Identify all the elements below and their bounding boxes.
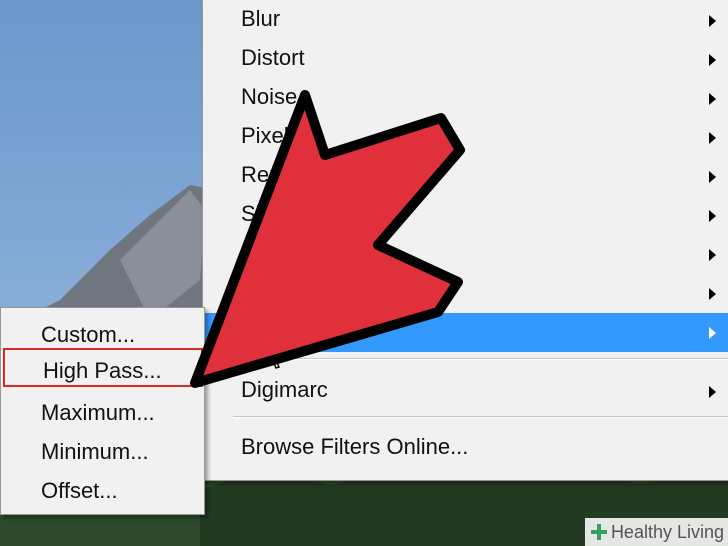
menu-item-browse-filters-online[interactable]: Browse Filters Online...	[203, 429, 728, 468]
submenu-item-maximum[interactable]: Maximum...	[1, 390, 204, 429]
submenu-arrow-icon	[709, 210, 716, 222]
submenu-arrow-icon	[709, 171, 716, 183]
menu-item-sharpen[interactable]: Sharpen	[203, 196, 728, 235]
submenu-arrow-icon	[709, 15, 716, 27]
menu-item-noise[interactable]: Noise	[203, 79, 728, 118]
menu-separator	[233, 358, 728, 360]
menu-item-distort[interactable]: Distort	[203, 40, 728, 79]
menu-separator	[233, 416, 728, 418]
submenu-item-label: Offset...	[41, 478, 118, 503]
submenu-item-label: Minimum...	[41, 439, 149, 464]
submenu-item-high-pass[interactable]: High Pass...	[3, 348, 203, 387]
menu-item-label: Render	[241, 162, 314, 187]
submenu-item-custom[interactable]: Custom...	[1, 312, 204, 351]
submenu-arrow-icon	[709, 249, 716, 261]
menu-item-label: Digimarc	[241, 377, 328, 402]
menu-item-pixelate[interactable]: Pixelate	[203, 118, 728, 157]
plus-icon	[590, 524, 607, 540]
menu-item-render[interactable]: Render	[203, 157, 728, 196]
submenu-item-offset[interactable]: Offset...	[1, 468, 204, 507]
menu-item-label: Browse Filters Online...	[241, 434, 469, 459]
other-submenu: Custom... High Pass... Maximum... Minimu…	[0, 307, 205, 515]
submenu-arrow-icon	[709, 93, 716, 105]
submenu-arrow-icon	[709, 288, 716, 300]
submenu-item-label: Maximum...	[41, 400, 155, 425]
menu-item-label: Sharpen	[241, 201, 325, 226]
menu-item-hidden-2[interactable]	[203, 274, 728, 313]
submenu-arrow-icon	[709, 132, 716, 144]
submenu-arrow-icon	[709, 54, 716, 66]
submenu-item-minimum[interactable]: Minimum...	[1, 429, 204, 468]
menu-item-label: Pixelate	[241, 123, 320, 148]
menu-item-label: Noise	[241, 84, 298, 109]
menu-item-hidden-1[interactable]	[203, 235, 728, 274]
submenu-arrow-icon	[709, 386, 716, 398]
watermark-text: Healthy Living	[610, 522, 724, 542]
watermark: Healthy Living	[584, 518, 728, 546]
menu-item-label: Distort	[241, 45, 305, 70]
menu-item-blur[interactable]: Blur	[203, 1, 728, 40]
menu-item-digimarc[interactable]: Digimarc	[203, 372, 728, 411]
menu-item-label: Blur	[241, 6, 281, 31]
submenu-arrow-icon	[709, 327, 716, 339]
filter-menu: Blur Distort Noise Pixelate Render Sharp…	[202, 0, 728, 481]
submenu-item-label: High Pass...	[43, 358, 162, 383]
submenu-item-label: Custom...	[41, 322, 136, 347]
mouse-cursor-icon	[266, 340, 284, 369]
